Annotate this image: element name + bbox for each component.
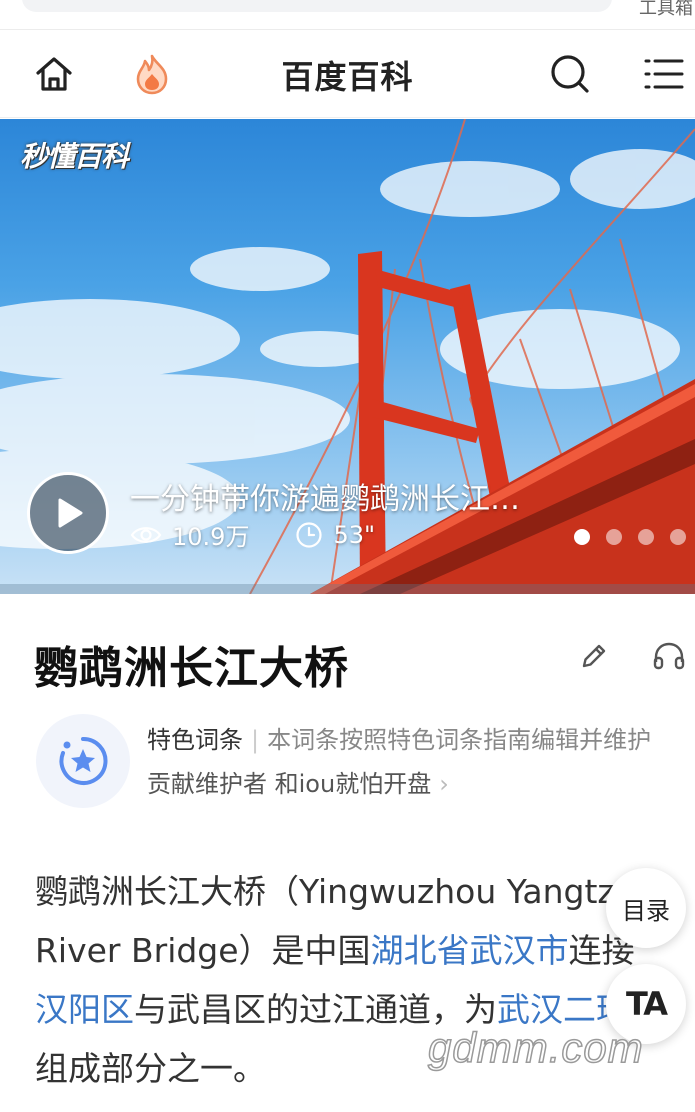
- carousel-dot[interactable]: [606, 529, 622, 545]
- view-count: 10.9万: [172, 523, 250, 551]
- watermark: gdmm.com: [427, 1023, 644, 1072]
- play-button[interactable]: [27, 472, 109, 554]
- contributors-text: 贡献维护者 和iou就怕开盘: [147, 770, 432, 798]
- link-hanyang[interactable]: 汉阳区: [35, 990, 134, 1029]
- paragraph-text: 组成部分之一。: [35, 1049, 266, 1088]
- feature-line: 特色词条 | 本词条按照特色词条指南编辑并维护: [147, 720, 651, 755]
- toolbox-link[interactable]: 工具箱: [639, 0, 693, 20]
- link-hubei-wuhan[interactable]: 湖北省武汉市: [371, 931, 569, 970]
- carousel-dot[interactable]: [638, 529, 654, 545]
- clock-icon: [296, 521, 323, 548]
- carousel-indicator: [574, 529, 686, 545]
- menu-icon[interactable]: [642, 52, 686, 96]
- page-title: 鹦鹉洲长江大桥: [34, 643, 349, 694]
- feature-separator: |: [251, 726, 260, 754]
- hero-video-card[interactable]: 秒懂百科 一分钟带你游遍鹦鹉洲长江… 10.9万 53": [0, 119, 695, 594]
- headphones-icon[interactable]: [652, 640, 686, 676]
- browser-toolbar: 工具箱: [0, 0, 695, 30]
- carousel-dot[interactable]: [670, 529, 686, 545]
- address-bar[interactable]: [22, 0, 612, 12]
- miaodong-logo: 秒懂百科: [20, 140, 129, 173]
- eye-icon: [130, 526, 162, 543]
- video-title[interactable]: 一分钟带你游遍鹦鹉洲长江…: [130, 474, 520, 518]
- toc-button[interactable]: 目录: [606, 868, 686, 948]
- feature-description[interactable]: 本词条按照特色词条指南编辑并维护: [267, 726, 651, 754]
- edit-icon[interactable]: [578, 640, 610, 676]
- feature-badge: [36, 714, 130, 808]
- contributors-link[interactable]: 贡献维护者 和iou就怕开盘 ›: [147, 764, 449, 799]
- carousel-dot[interactable]: [574, 529, 590, 545]
- video-meta: 10.9万 53": [130, 517, 375, 552]
- video-duration: 53": [333, 520, 376, 549]
- chevron-right-icon: ›: [439, 770, 449, 798]
- star-badge-icon: [59, 736, 108, 785]
- feature-label: 特色词条: [147, 726, 243, 754]
- site-header: 百度百科: [0, 30, 695, 118]
- play-icon: [58, 498, 83, 528]
- search-icon[interactable]: [548, 52, 592, 96]
